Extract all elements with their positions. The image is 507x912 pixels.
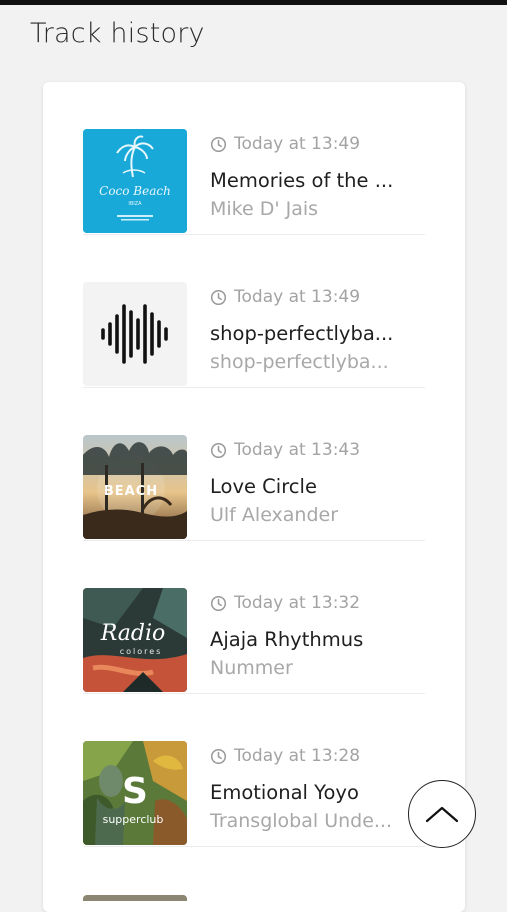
album-art: Radio colores — [83, 588, 187, 692]
track-title: Emotional Yoyo — [210, 781, 359, 804]
list-item[interactable]: Coco Beach IBIZA Today at 13:49 Memories… — [83, 82, 425, 235]
track-title: Love Circle — [210, 475, 317, 498]
album-art: BEACH — [83, 435, 187, 539]
clock-icon — [210, 442, 227, 458]
svg-text:S: S — [122, 771, 148, 812]
waveform-icon — [83, 282, 187, 386]
track-history-list: Coco Beach IBIZA Today at 13:49 Memories… — [43, 82, 465, 912]
coco-beach-cover: Coco Beach IBIZA — [83, 129, 187, 233]
list-item[interactable]: Radio colores Today at 13:32 Ajaja Rhyth… — [83, 541, 425, 694]
svg-text:IBIZA: IBIZA — [128, 201, 142, 207]
timestamp: Today at 13:49 — [234, 134, 361, 154]
radio-cover: Radio colores — [83, 588, 187, 692]
chevron-up-icon — [425, 806, 459, 823]
clock-icon — [210, 595, 227, 611]
album-art: S supperclub — [83, 741, 187, 845]
track-artist: Ulf Alexander — [210, 504, 339, 526]
svg-text:colores: colores — [120, 647, 163, 656]
album-art — [83, 282, 187, 386]
beach-cover: BEACH — [83, 435, 187, 539]
supperclub-cover: S supperclub — [83, 741, 187, 845]
clock-icon — [210, 748, 227, 764]
timestamp: Today at 13:49 — [234, 287, 361, 307]
list-item[interactable]: Today at 13:49 shop-perfectlyba... shop-… — [83, 235, 425, 388]
svg-text:BEACH: BEACH — [104, 484, 158, 499]
track-artist: Transglobal Unde... — [210, 810, 393, 832]
track-title: Memories of the ... — [210, 169, 394, 192]
clock-icon — [210, 289, 227, 305]
album-art: Coco Beach IBIZA — [83, 129, 187, 233]
track-title: shop-perfectlyba... — [210, 322, 394, 345]
track-title: Ajaja Rhythmus — [210, 628, 364, 651]
timestamp: Today at 13:43 — [234, 440, 361, 460]
track-artist: Mike D' Jais — [210, 198, 319, 220]
status-bar — [0, 0, 507, 5]
album-art — [83, 895, 187, 901]
svg-text:supperclub: supperclub — [103, 813, 164, 826]
divider — [83, 846, 425, 847]
timestamp: Today at 13:28 — [234, 746, 361, 766]
list-item[interactable]: BEACH Today at 13:43 Love Circle Ulf Ale… — [83, 388, 425, 541]
list-item[interactable]: S supperclub Today at 13:28 Emotional Yo… — [83, 694, 425, 847]
page-title: Track history — [30, 18, 205, 49]
track-artist: shop-perfectlyba... — [210, 351, 389, 373]
track-artist: Nummer — [210, 657, 293, 679]
svg-text:Coco Beach: Coco Beach — [99, 184, 171, 198]
scroll-to-top-button[interactable] — [408, 780, 476, 848]
timestamp: Today at 13:32 — [234, 593, 361, 613]
clock-icon — [210, 136, 227, 152]
svg-text:Radio: Radio — [100, 621, 166, 646]
